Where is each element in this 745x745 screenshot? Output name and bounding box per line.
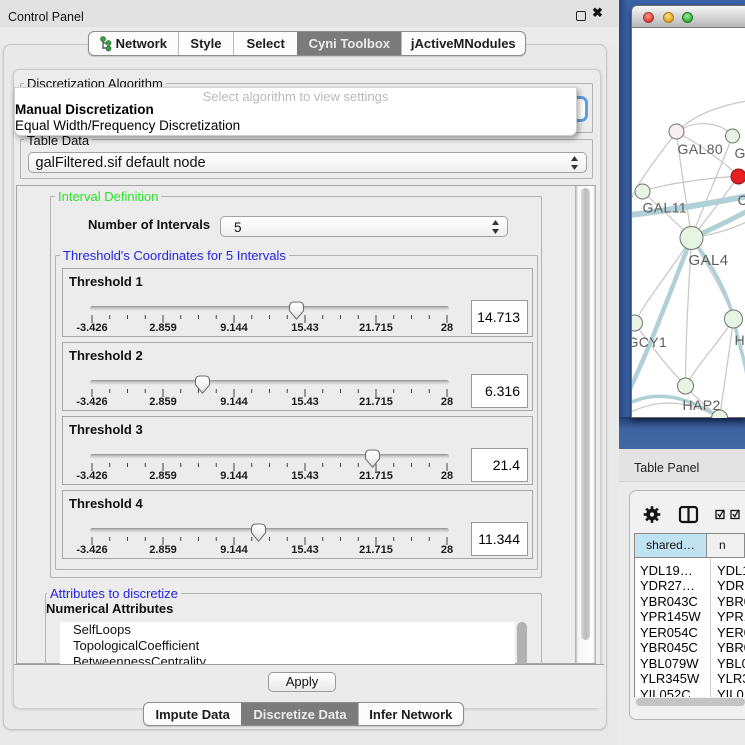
svg-text:GAL80: GAL80	[678, 141, 724, 157]
svg-text:H: H	[735, 332, 745, 348]
svg-text:HAP2: HAP2	[683, 397, 721, 413]
svg-text:GA: GA	[735, 145, 745, 161]
svg-text:GAL4: GAL4	[689, 252, 729, 269]
svg-text:GCY1: GCY1	[632, 334, 667, 350]
svg-text:C: C	[738, 192, 745, 208]
svg-text:GAL11: GAL11	[643, 200, 688, 216]
